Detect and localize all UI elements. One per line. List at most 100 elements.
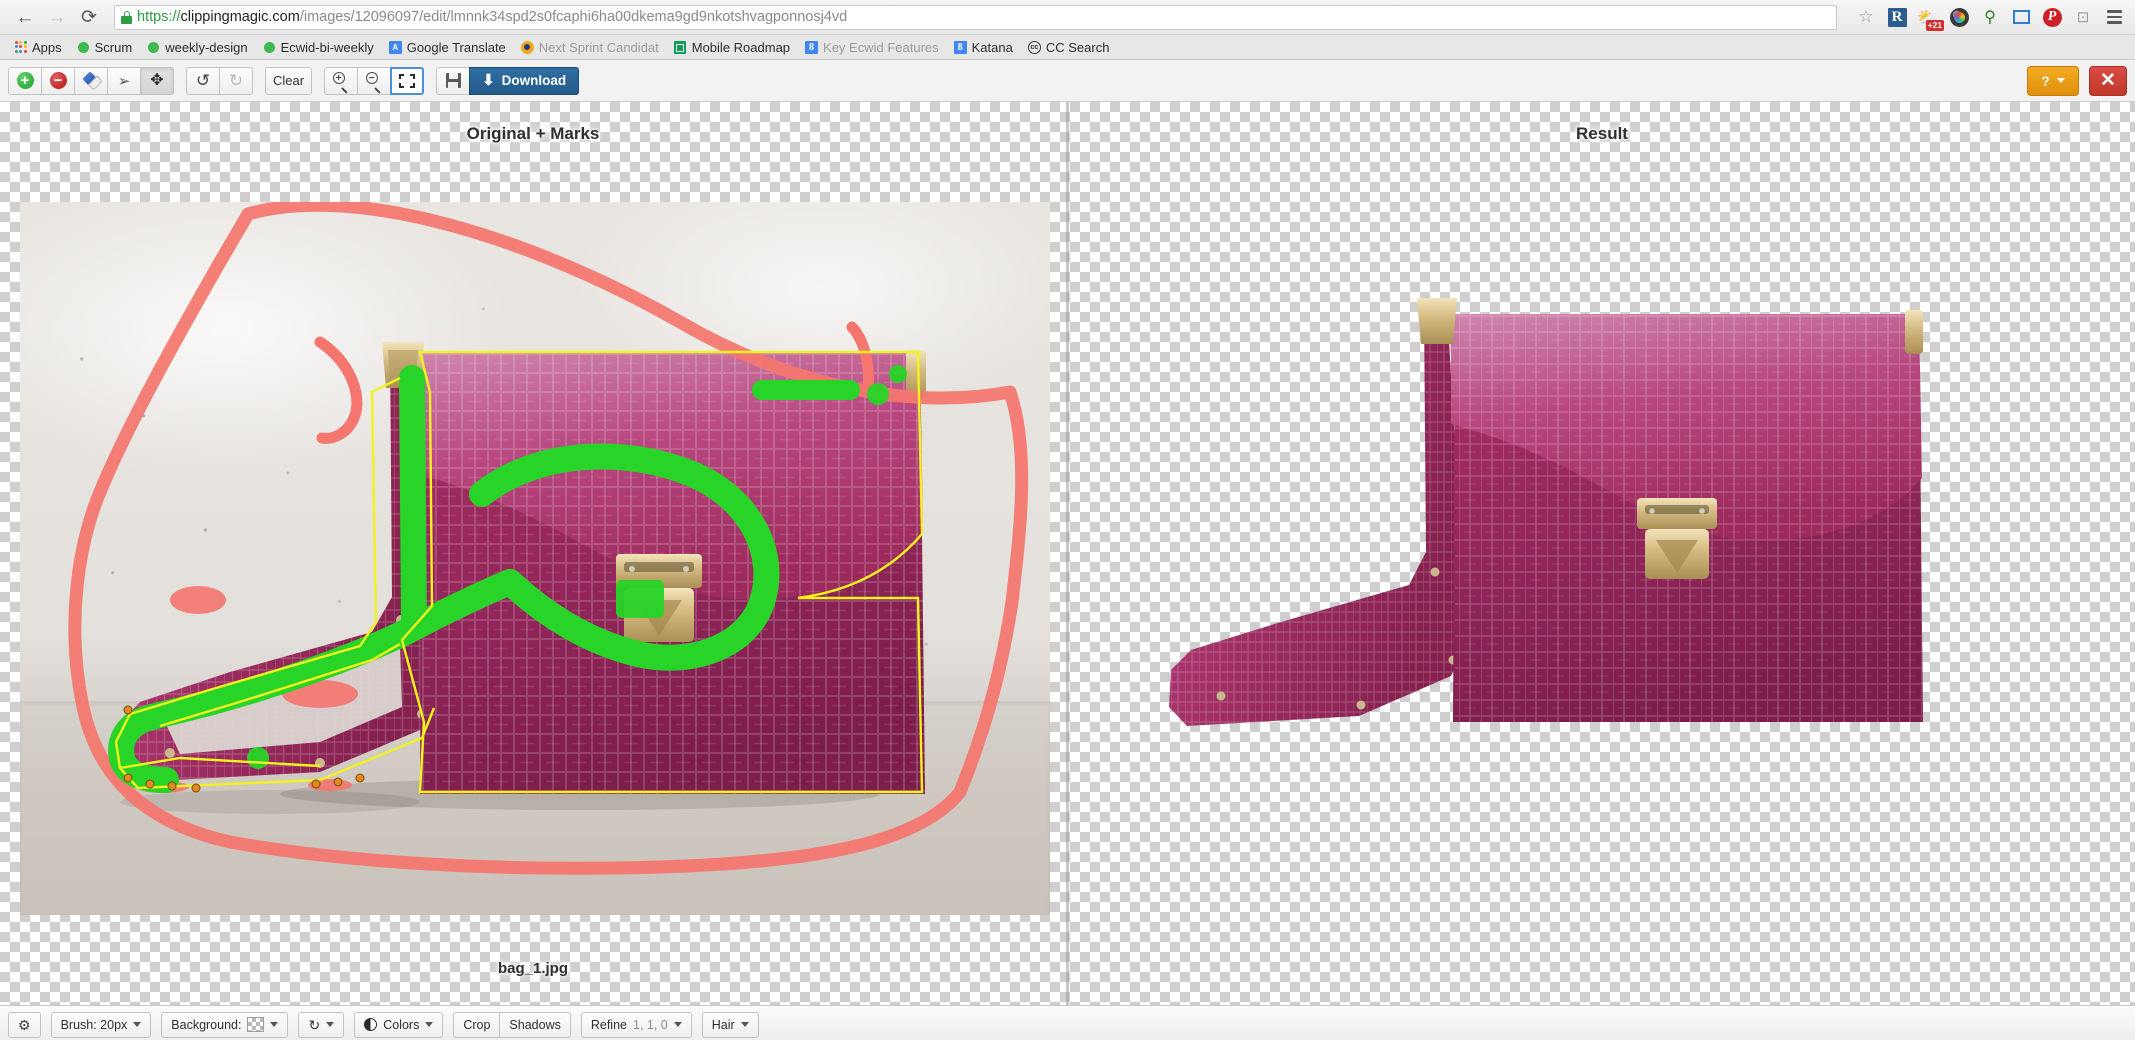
pinterest-extension-icon[interactable]: P [2041, 6, 2063, 28]
green-plus-icon: + [16, 72, 34, 89]
screenshot-extension-icon[interactable] [2010, 6, 2032, 28]
save-button[interactable] [436, 66, 471, 95]
refine-dropdown[interactable]: Refine 1, 1, 0 [580, 1011, 692, 1038]
eraser-tool[interactable] [74, 66, 108, 95]
bookmark-scrum[interactable]: Scrum [71, 39, 139, 56]
chevron-down-icon [133, 1022, 142, 1027]
chevron-down-icon [270, 1022, 279, 1027]
bookmark-next-sprint-candidate[interactable]: Next Sprint Candidat [515, 39, 665, 56]
scalpel-tool[interactable]: ➢ [107, 66, 141, 95]
background-group: Background: [161, 1011, 289, 1038]
download-arrow-icon: ⬇ [482, 72, 495, 89]
crop-button[interactable]: Crop [453, 1011, 501, 1038]
help-button[interactable]: ? [2027, 65, 2079, 96]
address-bar[interactable]: https:// clippingmagic.com /images/12096… [114, 4, 1837, 30]
gear-icon: ⚙ [18, 1016, 31, 1033]
chevron-down-icon [740, 1022, 749, 1027]
bookmark-label: Key Ecwid Features [823, 39, 939, 55]
red-minus-icon: − [49, 72, 67, 89]
contrast-icon [364, 1018, 378, 1031]
bookmark-label: Katana [971, 39, 1013, 55]
browser-nav-bar: ← → ⟳ https:// clippingmagic.com /images… [0, 0, 2135, 35]
green-dot-icon [77, 41, 90, 54]
weather-extension-icon[interactable]: ⛅ +21 [1917, 6, 1944, 31]
chevron-down-icon [673, 1022, 682, 1027]
bookmark-star-icon[interactable]: ☆ [1855, 6, 1877, 28]
shadows-label: Shadows [509, 1017, 561, 1032]
editor-bottom-bar: ⚙ Brush: 20px Background: ↻ Colors Crop [0, 1005, 2135, 1040]
redo-button[interactable]: ↻ [219, 66, 253, 95]
bookmark-katana[interactable]: 8 Katana [948, 39, 1019, 56]
refine-values: 1, 1, 0 [633, 1017, 668, 1032]
download-button[interactable]: ⬇ Download [469, 66, 580, 95]
bookmark-label: Apps [32, 39, 62, 55]
back-icon[interactable]: ← [10, 3, 40, 31]
close-icon: ✕ [2100, 70, 2116, 91]
editor-workspace: Original + Marks bag_1.jpg Result [0, 102, 2135, 1005]
settings-button[interactable]: ⚙ [8, 1011, 41, 1038]
brush-size-label: Brush: 20px [60, 1017, 128, 1032]
reload-icon[interactable]: ⟳ [74, 3, 104, 31]
bookmark-ecwid-bi-weekly[interactable]: Ecwid-bi-weekly [257, 39, 380, 56]
bookmark-apps[interactable]: Apps [8, 39, 68, 56]
rapportive-extension-icon[interactable]: R [1886, 6, 1908, 28]
bookmark-label: Next Sprint Candidat [538, 39, 659, 55]
bookmark-label: Ecwid-bi-weekly [280, 39, 374, 55]
chevron-down-icon [2056, 78, 2065, 83]
green-dot-icon [263, 41, 276, 54]
clear-button[interactable]: Clear [265, 66, 313, 95]
download-button-label: Download [501, 73, 567, 88]
brush-size-dropdown[interactable]: Brush: 20px [50, 1011, 152, 1038]
background-dropdown[interactable]: Background: [161, 1011, 289, 1038]
bookmark-label: Mobile Roadmap [691, 39, 791, 55]
brush-size-group: Brush: 20px [50, 1011, 152, 1038]
rotate-icon: ↻ [308, 1016, 321, 1033]
cast-icon[interactable]: ⊡ [2072, 6, 2094, 28]
colors-label: Colors [383, 1017, 420, 1032]
fit-to-screen-button[interactable] [390, 66, 425, 95]
background-label: Background: [171, 1017, 242, 1032]
user-marks-overlay[interactable] [20, 202, 1050, 915]
color-picker-extension-icon[interactable] [1948, 6, 1970, 28]
remove-tool[interactable]: − [41, 66, 75, 95]
original-pane-title: Original + Marks [466, 124, 600, 143]
add-keep-tool[interactable]: + [8, 66, 42, 95]
colors-dropdown[interactable]: Colors [354, 1011, 444, 1038]
bookmark-label: CC Search [1045, 39, 1110, 55]
original-pane[interactable]: Original + Marks bag_1.jpg [0, 102, 1066, 1005]
result-pane[interactable]: Result [1069, 102, 2135, 1005]
bookmark-label: weekly-design [165, 39, 248, 55]
bookmarks-bar: Apps Scrum weekly-design Ecwid-bi-weekly… [0, 35, 2135, 60]
google-docs-icon: 8 [805, 40, 819, 54]
google-sheets-icon [674, 40, 687, 54]
browser-chrome: ← → ⟳ https:// clippingmagic.com /images… [0, 0, 2135, 60]
forward-icon[interactable]: → [42, 3, 72, 31]
zoom-in-icon: + [332, 72, 350, 94]
original-image-canvas[interactable] [20, 202, 1050, 915]
bookmark-key-ecwid-features[interactable]: 8 Key Ecwid Features [799, 39, 945, 56]
url-host: clippingmagic.com [180, 9, 300, 25]
bookmark-weekly-design[interactable]: weekly-design [141, 39, 253, 56]
apps-grid-icon [14, 40, 27, 54]
transparent-checker-swatch [247, 1017, 265, 1032]
save-download-group: ⬇ Download [436, 66, 580, 95]
zoom-out-button[interactable]: − [357, 66, 392, 95]
creative-commons-icon: cc [1027, 40, 1041, 54]
bookmark-cc-search[interactable]: cc CC Search [1022, 39, 1116, 56]
bookmark-label: Scrum [94, 39, 133, 55]
chevron-down-icon [326, 1022, 335, 1027]
bookmark-google-translate[interactable]: A Google Translate [383, 39, 512, 56]
eyedropper-extension-icon[interactable]: ⚲ [1979, 6, 2001, 28]
undo-button[interactable]: ↺ [186, 66, 220, 95]
close-button[interactable]: ✕ [2089, 65, 2127, 96]
bookmark-mobile-roadmap[interactable]: Mobile Roadmap [668, 39, 796, 56]
pan-tool[interactable]: ✥ [140, 66, 174, 95]
chevron-down-icon [425, 1022, 434, 1027]
floppy-save-icon [445, 73, 461, 88]
zoom-in-button[interactable]: + [324, 66, 359, 95]
remove-mark-stroke [68, 202, 1029, 875]
chrome-menu-icon[interactable] [2103, 6, 2125, 28]
hair-dropdown[interactable]: Hair [701, 1011, 759, 1038]
rotate-dropdown[interactable]: ↻ [298, 1011, 345, 1038]
shadows-button[interactable]: Shadows [499, 1011, 571, 1038]
